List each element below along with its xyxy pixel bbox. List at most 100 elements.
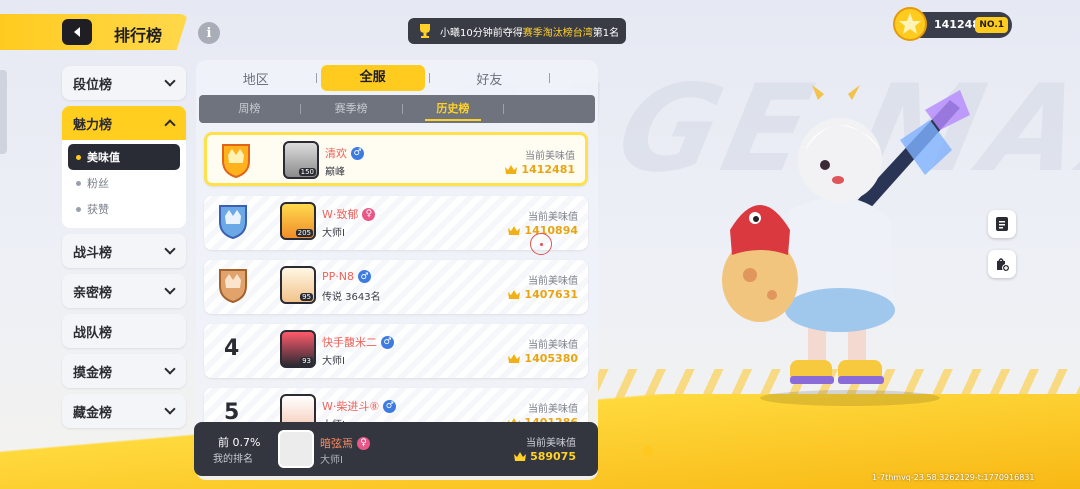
male-icon: ♂	[358, 270, 371, 283]
back-arrow-icon	[74, 27, 80, 37]
banner-highlight: 赛季淘汰榜台湾	[522, 27, 593, 39]
player-tier: 大师I	[322, 228, 345, 239]
tab-divider	[315, 73, 317, 83]
my-rank-bar[interactable]: 前 0.7% 我的排名 暗弦焉 ♀ 大师I 当前美味值 589075	[194, 422, 598, 476]
page-title: 排行榜	[114, 26, 163, 45]
value-number: 589075	[530, 450, 576, 463]
announcement-banner: 小曦10分钟前夺得 赛季淘汰榜台湾 第1名	[408, 18, 626, 44]
add-item-button[interactable]	[988, 250, 1016, 278]
document-icon	[996, 217, 1008, 231]
value-wrap: 1405380	[508, 352, 578, 365]
avatar[interactable]: 93	[280, 330, 316, 368]
value-wrap: 1407631	[508, 288, 578, 301]
sidebar-subitem-fans[interactable]: 粉丝	[68, 170, 180, 196]
value-number: 1407631	[524, 288, 578, 301]
sidebar-item-gold-hoard[interactable]: 藏金榜	[62, 394, 186, 428]
trophy-icon	[420, 24, 430, 38]
male-icon: ♂	[383, 399, 397, 413]
sidebar-subitem-tastiness[interactable]: 美味值	[68, 144, 180, 170]
my-rank-percent: 前 0.7%	[218, 436, 261, 449]
value-label: 当前美味值	[528, 404, 578, 415]
bullet-icon	[76, 154, 81, 160]
star-icon	[893, 7, 927, 41]
sidebar-item-gold-touch[interactable]: 摸金榜	[62, 354, 186, 388]
sidebar-item-intimacy[interactable]: 亲密榜	[62, 274, 186, 308]
chevron-up-icon	[164, 119, 176, 131]
scope-tabs: 地区 全服 好友	[196, 60, 598, 96]
build-id: 1-7thmvq-23.58.3262129-t:1770916831	[872, 473, 1035, 482]
tab-all-server[interactable]: 全服	[320, 65, 425, 91]
leaderboard-panel: 地区 全服 好友 周榜 赛季榜 历史榜 150 清欢 ♂ 巅峰 当前美味值 14…	[196, 60, 598, 480]
player-name-wrap: W·柴进斗⑧ ♂	[322, 398, 397, 414]
tab-history[interactable]: 历史榜	[403, 95, 504, 123]
subitem-label: 美味值	[87, 151, 120, 164]
player-name-wrap: PP·N8 ♂	[322, 270, 371, 283]
male-icon: ♂	[351, 146, 364, 160]
tab-friends[interactable]: 好友	[430, 69, 550, 88]
leaderboard-row[interactable]: 4 93 快手馥米二 ♂ 大师I 当前美味值 1405380	[204, 324, 588, 378]
value-label: 当前美味值	[528, 276, 578, 287]
value-wrap: 1412481	[505, 163, 575, 176]
score-display: 1412481 NO.1	[893, 7, 1012, 41]
value-wrap: 589075	[514, 450, 576, 463]
bullet-icon	[76, 206, 81, 212]
avatar[interactable]: 205	[280, 202, 316, 240]
category-sidebar: 段位榜 魅力榜 美味值 粉丝 获赞 战斗榜 亲密榜 战队榜 摸金榜 藏金榜	[62, 66, 186, 434]
left-edge-handle	[0, 70, 7, 154]
sidebar-item-battle[interactable]: 战斗榜	[62, 234, 186, 268]
info-icon[interactable]: i	[198, 22, 220, 44]
leaderboard-row[interactable]: 95 PP·N8 ♂ 传说 3643名 当前美味值 1407631	[204, 260, 588, 314]
chevron-down-icon	[164, 75, 176, 87]
chevron-down-icon	[164, 283, 176, 295]
avatar[interactable]: 95	[280, 266, 316, 304]
back-button[interactable]	[62, 19, 92, 45]
score-rank-badge: NO.1	[975, 17, 1008, 33]
sidebar-item-charm[interactable]: 魅力榜	[62, 106, 186, 140]
crown-icon	[505, 165, 518, 174]
level-badge: 95	[300, 293, 313, 301]
player-tier: 传说 3643名	[322, 292, 381, 303]
subitem-label: 粉丝	[87, 177, 109, 190]
sidebar-item-label: 藏金榜	[73, 405, 113, 421]
silver-rank-badge-icon	[219, 205, 247, 240]
player-name-wrap: 清欢 ♂	[325, 145, 364, 161]
male-icon: ♂	[381, 335, 394, 349]
value-number: 1412481	[521, 163, 575, 176]
player-tier: 大师I	[320, 455, 343, 466]
tab-weekly[interactable]: 周榜	[199, 95, 300, 123]
crown-icon	[508, 354, 521, 363]
player-name: 快手馥米二	[322, 336, 377, 349]
value-label: 当前美味值	[525, 151, 575, 162]
character-illustration	[722, 85, 970, 406]
leaderboard-row[interactable]: 150 清欢 ♂ 巅峰 当前美味值 1412481	[204, 132, 588, 186]
sidebar-item-label: 战斗榜	[73, 245, 113, 261]
player-name: 暗弦焉	[320, 437, 353, 450]
player-tier: 大师I	[322, 356, 345, 367]
tab-region[interactable]: 地区	[196, 69, 316, 88]
value-label: 当前美味值	[528, 212, 578, 223]
value-label: 当前美味值	[526, 438, 576, 449]
value-label: 当前美味值	[528, 340, 578, 351]
player-name: W·柴进斗⑧	[322, 400, 380, 413]
sidebar-item-rank[interactable]: 段位榜	[62, 66, 186, 100]
level-badge: 150	[298, 168, 316, 176]
rank-number: 4	[224, 336, 240, 361]
chevron-down-icon	[164, 243, 176, 255]
tab-season[interactable]: 赛季榜	[301, 95, 402, 123]
player-name: PP·N8	[322, 270, 354, 283]
my-rank-label: 我的排名	[213, 454, 253, 465]
avatar[interactable]	[278, 430, 314, 468]
banner-suffix: 第1名	[592, 27, 620, 39]
player-tier: 巅峰	[325, 167, 345, 178]
value-number: 1405380	[524, 352, 578, 365]
female-icon: ♀	[362, 207, 376, 221]
sidebar-subitems: 美味值 粉丝 获赞	[62, 140, 186, 228]
crown-icon	[508, 226, 521, 235]
notes-button[interactable]	[988, 210, 1016, 238]
sidebar-item-team[interactable]: 战队榜	[62, 314, 186, 348]
sidebar-item-label: 亲密榜	[73, 285, 113, 301]
avatar[interactable]: 150	[283, 141, 319, 179]
sidebar-item-label: 摸金榜	[73, 365, 113, 381]
sidebar-item-label: 段位榜	[73, 77, 113, 93]
sidebar-subitem-likes[interactable]: 获赞	[68, 196, 180, 222]
